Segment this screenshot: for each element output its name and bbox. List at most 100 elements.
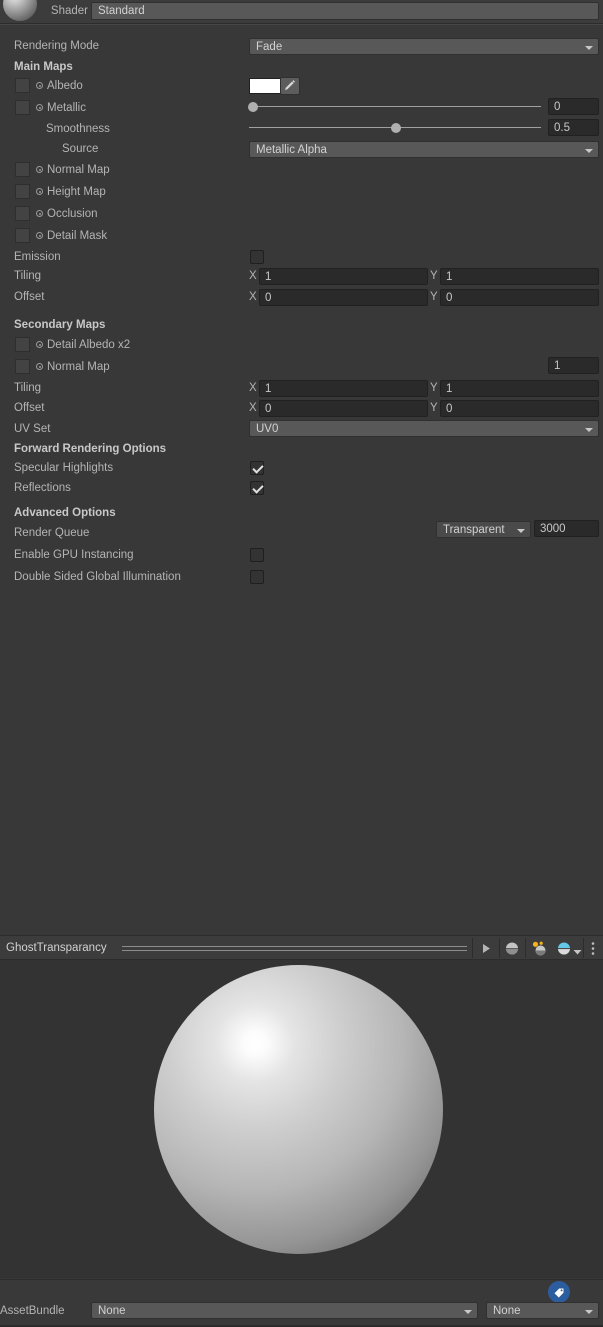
row-gpu-instancing: Enable GPU Instancing xyxy=(0,545,603,566)
detail-albedo-texture-slot[interactable] xyxy=(15,337,30,352)
offset-x-prefix: X xyxy=(249,291,257,303)
detail-albedo-toggle-icon[interactable] xyxy=(36,341,43,348)
drag-handle[interactable] xyxy=(122,946,467,951)
row-smoothness: Smoothness 0.5 xyxy=(0,119,603,140)
specular-highlights-label: Specular Highlights xyxy=(14,462,114,474)
asset-bundle-dropdown[interactable]: None xyxy=(91,1302,478,1319)
secondary-tiling-x-field[interactable]: 1 xyxy=(259,380,428,397)
albedo-toggle-icon[interactable] xyxy=(36,82,43,89)
tiling-x-prefix: X xyxy=(249,270,257,282)
row-secondary-offset: Offset X 0 Y 0 xyxy=(0,398,603,419)
secondary-normal-map-scale-field[interactable]: 1 xyxy=(548,357,599,374)
secondary-tiling-x-value: 1 xyxy=(265,383,272,395)
secondary-normal-map-texture-slot[interactable] xyxy=(15,359,30,374)
offset-x-field[interactable]: 0 xyxy=(259,289,428,306)
metallic-label: Metallic xyxy=(47,102,86,114)
toolbar-separator xyxy=(525,938,526,958)
normal-map-texture-slot[interactable] xyxy=(15,162,30,177)
eyedropper-icon[interactable] xyxy=(280,77,300,95)
uv-set-dropdown[interactable]: UV0 xyxy=(249,420,599,437)
metallic-slider[interactable] xyxy=(248,98,541,115)
kebab-menu-icon[interactable] xyxy=(590,940,596,957)
secondary-offset-x-value: 0 xyxy=(265,403,272,415)
smoothness-slider[interactable] xyxy=(249,119,541,136)
toolbar-separator xyxy=(472,938,473,958)
secondary-tiling-y-field[interactable]: 1 xyxy=(440,380,599,397)
row-rendering-mode: Rendering Mode Fade xyxy=(0,36,603,57)
play-icon[interactable] xyxy=(478,940,494,957)
render-queue-label: Render Queue xyxy=(14,527,90,539)
secondary-maps-header: Secondary Maps xyxy=(14,319,106,331)
occlusion-texture-slot[interactable] xyxy=(15,206,30,221)
row-specular-highlights: Specular Highlights xyxy=(0,458,603,479)
render-queue-preset-dropdown[interactable]: Transparent xyxy=(436,521,531,538)
source-label: Source xyxy=(62,143,99,155)
normal-map-toggle-icon[interactable] xyxy=(36,166,43,173)
play-glyph xyxy=(483,944,490,953)
chevron-down-icon xyxy=(585,1310,593,1314)
offset-y-field[interactable]: 0 xyxy=(440,289,599,306)
toolbar-separator xyxy=(499,938,500,958)
reflections-checkbox[interactable] xyxy=(250,481,264,495)
row-normal-map: Normal Map xyxy=(0,160,603,181)
sphere-mesh-icon[interactable] xyxy=(504,940,520,957)
asset-bundle-variant-value: None xyxy=(493,1305,521,1317)
environment-sphere-icon[interactable] xyxy=(556,940,572,957)
gpu-instancing-checkbox[interactable] xyxy=(250,548,264,562)
header-divider-highlight xyxy=(0,24,603,25)
secondary-normal-map-toggle-icon[interactable] xyxy=(36,363,43,370)
secondary-tiling-y-value: 1 xyxy=(446,383,453,395)
rendering-mode-dropdown[interactable]: Fade xyxy=(249,38,599,55)
preview-title: GhostTransparancy xyxy=(6,942,107,954)
main-maps-header: Main Maps xyxy=(14,61,73,73)
height-map-texture-slot[interactable] xyxy=(15,184,30,199)
tag-icon[interactable] xyxy=(548,1281,570,1303)
asset-bundle-variant-dropdown[interactable]: None xyxy=(486,1302,599,1319)
occlusion-label: Occlusion xyxy=(47,208,98,220)
detail-mask-texture-slot[interactable] xyxy=(15,228,30,243)
metallic-slider-knob[interactable] xyxy=(248,102,258,112)
source-value: Metallic Alpha xyxy=(256,144,327,156)
emission-checkbox[interactable] xyxy=(250,250,264,264)
secondary-offset-x-field[interactable]: 0 xyxy=(259,400,428,417)
offset-y-prefix: Y xyxy=(430,291,438,303)
tiling-x-field[interactable]: 1 xyxy=(259,268,428,285)
tiling-x-value: 1 xyxy=(265,271,272,283)
secondary-offset-y-field[interactable]: 0 xyxy=(440,400,599,417)
sphere-mesh-glyph xyxy=(506,942,518,955)
source-dropdown[interactable]: Metallic Alpha xyxy=(249,141,599,158)
albedo-texture-slot[interactable] xyxy=(15,78,30,93)
reflections-label: Reflections xyxy=(14,482,71,494)
secondary-normal-map-scale-value: 1 xyxy=(554,360,561,372)
tiling-y-field[interactable]: 1 xyxy=(440,268,599,285)
specular-highlights-checkbox[interactable] xyxy=(250,461,264,475)
shader-header-bar: Shader Standard xyxy=(0,0,603,23)
tag-glyph xyxy=(554,1288,564,1298)
height-map-toggle-icon[interactable] xyxy=(36,188,43,195)
metallic-value-field[interactable]: 0 xyxy=(548,98,599,115)
albedo-color-swatch[interactable] xyxy=(249,78,281,94)
toolbar-separator xyxy=(583,938,584,958)
row-height-map: Height Map xyxy=(0,182,603,203)
material-preview-sphere-icon xyxy=(3,0,37,21)
albedo-label: Albedo xyxy=(47,80,83,92)
row-secondary-normal-map: Normal Map 1 xyxy=(0,357,603,378)
detail-mask-toggle-icon[interactable] xyxy=(36,232,43,239)
forward-rendering-header: Forward Rendering Options xyxy=(14,443,167,455)
shader-dropdown[interactable]: Standard xyxy=(91,2,599,20)
material-preview-sphere[interactable] xyxy=(154,965,443,1254)
metallic-toggle-icon[interactable] xyxy=(36,104,43,111)
secondary-tiling-x-prefix: X xyxy=(249,382,257,394)
advanced-options-header: Advanced Options xyxy=(14,507,116,519)
render-queue-value-field[interactable]: 3000 xyxy=(534,520,599,537)
lighting-icon[interactable] xyxy=(530,940,547,957)
metallic-texture-slot[interactable] xyxy=(15,100,30,115)
secondary-tiling-y-prefix: Y xyxy=(430,382,438,394)
row-offset: Offset X 0 Y 0 xyxy=(0,287,603,308)
double-sided-gi-checkbox[interactable] xyxy=(250,570,264,584)
smoothness-value-field[interactable]: 0.5 xyxy=(548,119,599,136)
smoothness-slider-knob[interactable] xyxy=(391,123,401,133)
emission-label: Emission xyxy=(14,251,61,263)
secondary-offset-y-prefix: Y xyxy=(430,402,438,414)
occlusion-toggle-icon[interactable] xyxy=(36,210,43,217)
